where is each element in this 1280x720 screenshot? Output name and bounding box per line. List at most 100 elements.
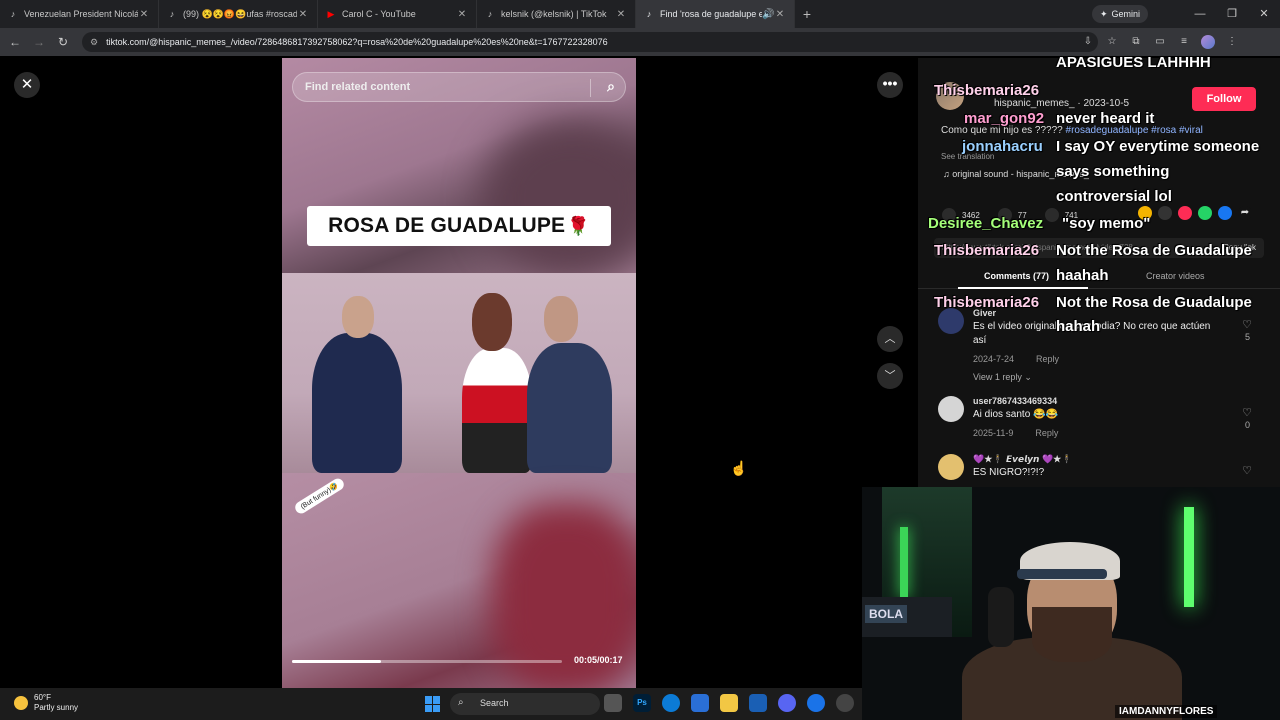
more-options-button[interactable]: ••• [877,72,903,98]
close-video-button[interactable]: ✕ [14,72,40,98]
reload-icon[interactable]: ↻ [51,35,75,49]
close-tab-icon[interactable]: ✕ [138,9,150,20]
tab-underline [958,287,1088,289]
back-icon[interactable]: ← [3,35,27,49]
like-stat[interactable]: 3462 [942,208,980,222]
close-tab-icon[interactable]: ✕ [615,9,627,20]
discord-icon[interactable] [778,694,796,712]
scene-person-doctor [312,333,402,473]
photoshop-icon[interactable]: Ps [633,694,651,712]
taskbar-search-label: Search [480,698,509,708]
gemini-button[interactable]: ✦ Gemini [1091,5,1148,23]
hashtag[interactable]: #rosa [1151,125,1176,136]
url-bar[interactable]: ⚙ tiktok.com/@hispanic_memes_/video/7286… [82,32,1098,52]
reply-button[interactable]: Reply [1035,428,1058,438]
task-view-icon[interactable] [604,694,622,712]
author-handle[interactable]: hispanic_memes_ · 2023-10-5 [994,98,1129,109]
facebook-icon[interactable] [1218,206,1232,220]
install-icon[interactable]: ⇩ [1080,32,1096,52]
share-friends-icon[interactable] [1138,206,1152,220]
caption-text: Como que mi hijo es ????? [941,125,1063,136]
edge-icon[interactable] [662,694,680,712]
tab-creator-videos[interactable]: Creator videos [1146,271,1205,281]
related-search-input[interactable]: Find related content ⌕ [292,72,626,102]
tiktok-icon: ♪ [646,9,652,19]
window-close-icon[interactable]: ✕ [1248,0,1280,28]
author-avatar[interactable] [936,82,964,110]
webcam-sign: BOLA [865,605,907,623]
heart-icon[interactable]: ♡ [1242,406,1252,419]
browser-tab-active[interactable]: ♪ Find 'rosa de guadalupe es 🔊 ✕ [636,0,795,28]
close-tab-icon[interactable]: ✕ [297,9,309,20]
comment-stat[interactable]: 77 [997,208,1027,222]
comment-author[interactable]: 💜★🕴 𝙀𝙫𝙚𝙡𝙮𝙣 💜★🕴 [973,454,1072,465]
chrome-icon[interactable] [807,694,825,712]
sidepanel-icon[interactable]: ▭ [1152,32,1168,52]
comment-meta: 2025-11-9 Reply [973,428,1059,438]
app-icon[interactable] [836,694,854,712]
search-icon[interactable]: ⌕ [607,78,615,95]
file-explorer-icon[interactable] [720,694,738,712]
browser-tab[interactable]: ♪ Venezuelan President Nicolás M ✕ [0,0,159,28]
media-icon[interactable]: ≡ [1176,32,1192,52]
hashtag[interactable]: #viral [1179,125,1203,136]
webcam-light [900,527,908,597]
close-tab-icon[interactable]: ✕ [774,9,786,20]
heart-icon[interactable]: ♡ [1242,318,1252,331]
browser-tab[interactable]: ♪ kelsnik (@kelsnik) | TikTok ✕ [477,0,636,28]
hashtag[interactable]: #rosadeguadalupe [1066,125,1149,136]
weather-widget[interactable]: 60°F Partly sunny [14,693,78,713]
comment-author[interactable]: Giver [973,308,996,318]
site-info-icon[interactable]: ⚙ [90,37,98,48]
view-replies-link[interactable]: View 1 reply ⌄ [973,372,1032,383]
comment-avatar[interactable] [938,454,964,480]
new-tab-button[interactable]: + [795,6,819,22]
follow-button[interactable]: Follow [1192,87,1256,111]
comment-author[interactable]: user7867433469334 [973,396,1057,406]
close-tab-icon[interactable]: ✕ [456,9,468,20]
store-icon[interactable] [691,694,709,712]
window-controls: — ❐ ✕ [1184,0,1280,28]
search-divider [590,79,591,97]
video-progress-bar[interactable] [292,660,562,663]
copy-link-button[interactable]: Copy link [1223,243,1256,252]
previous-video-button[interactable]: ︿ [877,326,903,352]
weather-temp: 60°F [34,693,51,702]
extensions-icon[interactable]: ⧉ [1128,32,1144,52]
comment-avatar[interactable] [938,396,964,422]
whatsapp-icon[interactable] [1198,206,1212,220]
profile-avatar[interactable] [1200,32,1216,52]
next-video-button[interactable]: ﹀ [877,363,903,389]
screen: ♪ Venezuelan President Nicolás M ✕ ♪ (99… [0,0,1280,720]
forward-icon[interactable]: → [27,35,51,49]
minimize-icon[interactable]: — [1184,0,1216,28]
tab-comments[interactable]: Comments (77) [984,271,1049,281]
bookmark-icon [1044,208,1059,222]
send-icon[interactable] [1178,206,1192,220]
author-row[interactable]: hispanic_memes_ · 2023-10-5 [936,82,1129,110]
bookmark-star-icon[interactable]: ☆ [1104,32,1120,52]
comment-like-count: 5 [1244,332,1250,342]
mute-tab-icon[interactable]: 🔊 [762,9,774,20]
outlook-icon[interactable] [749,694,767,712]
tab-title: Find 'rosa de guadalupe es [660,9,762,19]
restore-icon[interactable]: ❐ [1216,0,1248,28]
sound-link[interactable]: ♫ original sound - hispanic_memes_ [943,169,1089,179]
embed-icon[interactable] [1158,206,1172,220]
share-arrow-icon[interactable]: ➦ [1238,206,1252,220]
windows-start-icon[interactable] [425,696,441,712]
browser-tab[interactable]: ▶ Carol C - YouTube ✕ [318,0,477,28]
comment-text: Ai dios santo 😂😂 [973,409,1058,420]
heart-icon[interactable]: ♡ [1242,464,1252,477]
reply-button[interactable]: Reply [1036,354,1059,364]
menu-kebab-icon[interactable]: ⋮ [1224,32,1240,52]
taskbar-search[interactable]: ⌕ Search [450,693,600,715]
see-translation-link[interactable]: See translation [941,152,994,161]
browser-tab[interactable]: ♪ (99) 😵😵😡😆ufas #roscaden ✕ [159,0,318,28]
video-player[interactable]: Find related content ⌕ ROSA DE GUADALUPE… [282,58,636,688]
gemini-icon: ✦ [1099,8,1108,19]
search-icon: ⌕ [458,697,464,708]
comment-avatar[interactable] [938,308,964,334]
save-stat[interactable]: 741 [1044,208,1078,222]
scene-person-woman [462,348,532,473]
